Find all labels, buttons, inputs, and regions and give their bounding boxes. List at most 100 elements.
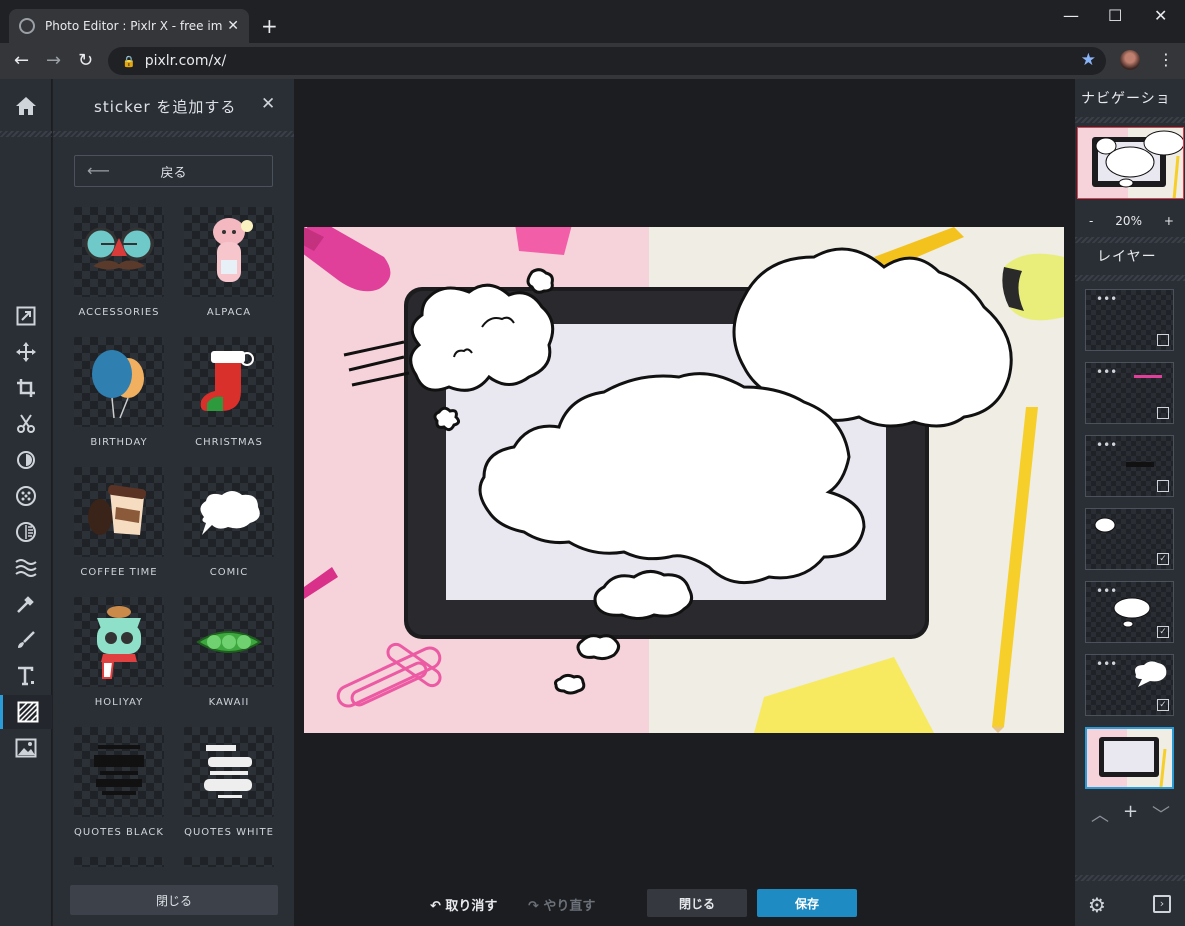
adjust-icon[interactable] — [0, 443, 52, 477]
text-icon[interactable] — [0, 659, 52, 693]
sticker-comic[interactable]: COMIC — [184, 467, 274, 578]
layer-visibility-checkbox[interactable] — [1157, 334, 1169, 346]
layer-thumbnail — [1135, 661, 1167, 687]
pixlr-favicon-icon — [19, 18, 35, 34]
layer-options-icon[interactable]: ••• — [1096, 657, 1117, 671]
layer-options-icon[interactable]: ••• — [1096, 292, 1117, 306]
layer-item[interactable]: ••• — [1085, 289, 1174, 351]
save-button[interactable]: 保存 — [757, 889, 857, 917]
sticker-partial[interactable] — [74, 857, 164, 867]
home-icon[interactable] — [0, 89, 52, 123]
layers-title: レイヤー — [1097, 249, 1157, 265]
settings-gear-icon[interactable]: ⚙ — [1088, 893, 1106, 917]
effect-icon[interactable] — [0, 515, 52, 549]
sticker-coffee-time[interactable]: COFFEE TIME — [74, 467, 164, 578]
address-toolbar: ← → ↻ 🔒 pixlr.com/x/ ★ — [0, 43, 1185, 79]
sticker-panel: sticker を追加する ✕ ⟵ 戻る ACCESSORIES ALPACA … — [53, 79, 294, 926]
sticker-label: KAWAII — [208, 697, 250, 708]
sticker-alpaca[interactable]: ALPACA — [184, 207, 274, 318]
redo-button[interactable]: ↷ やり直す — [528, 895, 595, 914]
layer-item[interactable]: ••• ✓ — [1085, 581, 1174, 643]
profile-avatar[interactable] — [1120, 50, 1140, 70]
rail-divider — [0, 131, 52, 137]
layer-visibility-checkbox[interactable]: ✓ — [1157, 553, 1169, 565]
sticker-partial[interactable] — [184, 857, 274, 867]
sticker-birthday[interactable]: BIRTHDAY — [74, 337, 164, 448]
sticker-label: CHRISTMAS — [195, 437, 263, 448]
right-divider — [1075, 237, 1185, 243]
layer-thumbnail — [1087, 729, 1172, 787]
panel-title: sticker を追加する — [94, 98, 237, 116]
sticker-thumbnail — [184, 597, 274, 687]
navigation-thumbnail[interactable] — [1077, 127, 1184, 199]
layer-visibility-checkbox[interactable] — [1157, 480, 1169, 492]
workspace — [294, 79, 1074, 926]
layer-options-icon[interactable]: ••• — [1096, 438, 1117, 452]
layer-visibility-checkbox[interactable]: ✓ — [1157, 626, 1169, 638]
sticker-kawaii[interactable]: KAWAII — [184, 597, 274, 708]
zoom-in-button[interactable]: + — [1164, 214, 1174, 228]
maximize-icon[interactable]: ☐ — [1108, 6, 1122, 25]
minimize-icon[interactable]: — — [1063, 6, 1079, 25]
sticker-thumbnail — [74, 467, 164, 557]
window-close-icon[interactable]: ✕ — [1154, 6, 1167, 25]
back-button[interactable]: ⟵ 戻る — [74, 155, 273, 187]
bookmark-star-icon[interactable]: ★ — [1081, 50, 1096, 70]
tab-close-icon[interactable]: ✕ — [227, 18, 239, 34]
sticker-label: QUOTES BLACK — [74, 827, 164, 838]
browser-tab[interactable]: Photo Editor : Pixlr X - free image ✕ — [9, 9, 249, 43]
browser-tab-bar: Photo Editor : Pixlr X - free image ✕ + … — [0, 0, 1185, 43]
undo-button[interactable]: ↶ 取り消す — [430, 895, 497, 914]
layer-item[interactable]: ••• — [1085, 435, 1174, 497]
layer-thumbnail — [1134, 375, 1162, 378]
collapse-panel-icon[interactable]: › — [1153, 895, 1171, 913]
right-divider — [1075, 275, 1185, 281]
layer-options-icon[interactable]: ••• — [1096, 365, 1117, 379]
layer-visibility-checkbox[interactable]: ✓ — [1157, 699, 1169, 711]
add-image-icon[interactable] — [0, 731, 52, 765]
layer-item[interactable]: ••• — [1085, 362, 1174, 424]
cutout-icon[interactable] — [0, 407, 52, 441]
sticker-quotes-black[interactable]: QUOTES BLACK — [74, 727, 164, 838]
sticker-thumbnail — [184, 467, 274, 557]
add-layer-icon[interactable]: + — [1123, 801, 1138, 827]
panel-close-button[interactable]: 閉じる — [70, 885, 278, 915]
reload-icon[interactable]: ↻ — [78, 50, 93, 71]
filter-icon[interactable] — [0, 479, 52, 513]
layer-visibility-checkbox[interactable] — [1157, 407, 1169, 419]
sticker-thumbnail — [184, 727, 274, 817]
sticker-accessories[interactable]: ACCESSORIES — [74, 207, 164, 318]
back-arrow-icon[interactable]: ← — [14, 50, 29, 71]
zoom-out-button[interactable]: - — [1089, 214, 1093, 228]
bottom-action-bar: ↶ 取り消す ↷ やり直す 閉じる 保存 — [294, 884, 1074, 922]
sticker-thumbnail — [74, 727, 164, 817]
close-button[interactable]: 閉じる — [647, 889, 747, 917]
crop-icon[interactable] — [0, 371, 52, 405]
browser-menu-icon[interactable]: ⋮ — [1158, 50, 1174, 69]
layer-item-background[interactable] — [1085, 727, 1174, 789]
image-canvas[interactable] — [304, 227, 1064, 733]
layer-down-icon[interactable]: ﹀ — [1152, 801, 1170, 827]
sticker-holiyay[interactable]: HOLIYAY — [74, 597, 164, 708]
navigation-title: ナビゲーショ — [1081, 91, 1171, 107]
liquify-icon[interactable] — [0, 551, 52, 585]
forward-arrow-icon[interactable]: → — [46, 50, 61, 71]
sticker-quotes-white[interactable]: QUOTES WHITE — [184, 727, 274, 838]
lock-icon: 🔒 — [122, 54, 136, 68]
zoom-value[interactable]: 20% — [1115, 214, 1142, 228]
draw-icon[interactable] — [0, 623, 52, 657]
new-tab-button[interactable]: + — [261, 14, 278, 38]
elements-icon[interactable] — [0, 695, 52, 729]
panel-close-icon[interactable]: ✕ — [261, 94, 275, 114]
layer-item[interactable]: ••• ✓ — [1085, 654, 1174, 716]
layer-controls: ︿ + ﹀ — [1075, 801, 1185, 827]
url-bar[interactable]: 🔒 pixlr.com/x/ ★ — [108, 47, 1106, 75]
layer-thumbnail — [1126, 462, 1154, 467]
arrange-icon[interactable] — [0, 299, 52, 333]
retouch-icon[interactable] — [0, 587, 52, 621]
panel-divider — [53, 131, 294, 137]
layer-item[interactable]: ✓ — [1085, 508, 1174, 570]
layer-up-icon[interactable]: ︿ — [1091, 801, 1109, 827]
move-icon[interactable] — [0, 335, 52, 369]
sticker-christmas[interactable]: CHRISTMAS — [184, 337, 274, 448]
